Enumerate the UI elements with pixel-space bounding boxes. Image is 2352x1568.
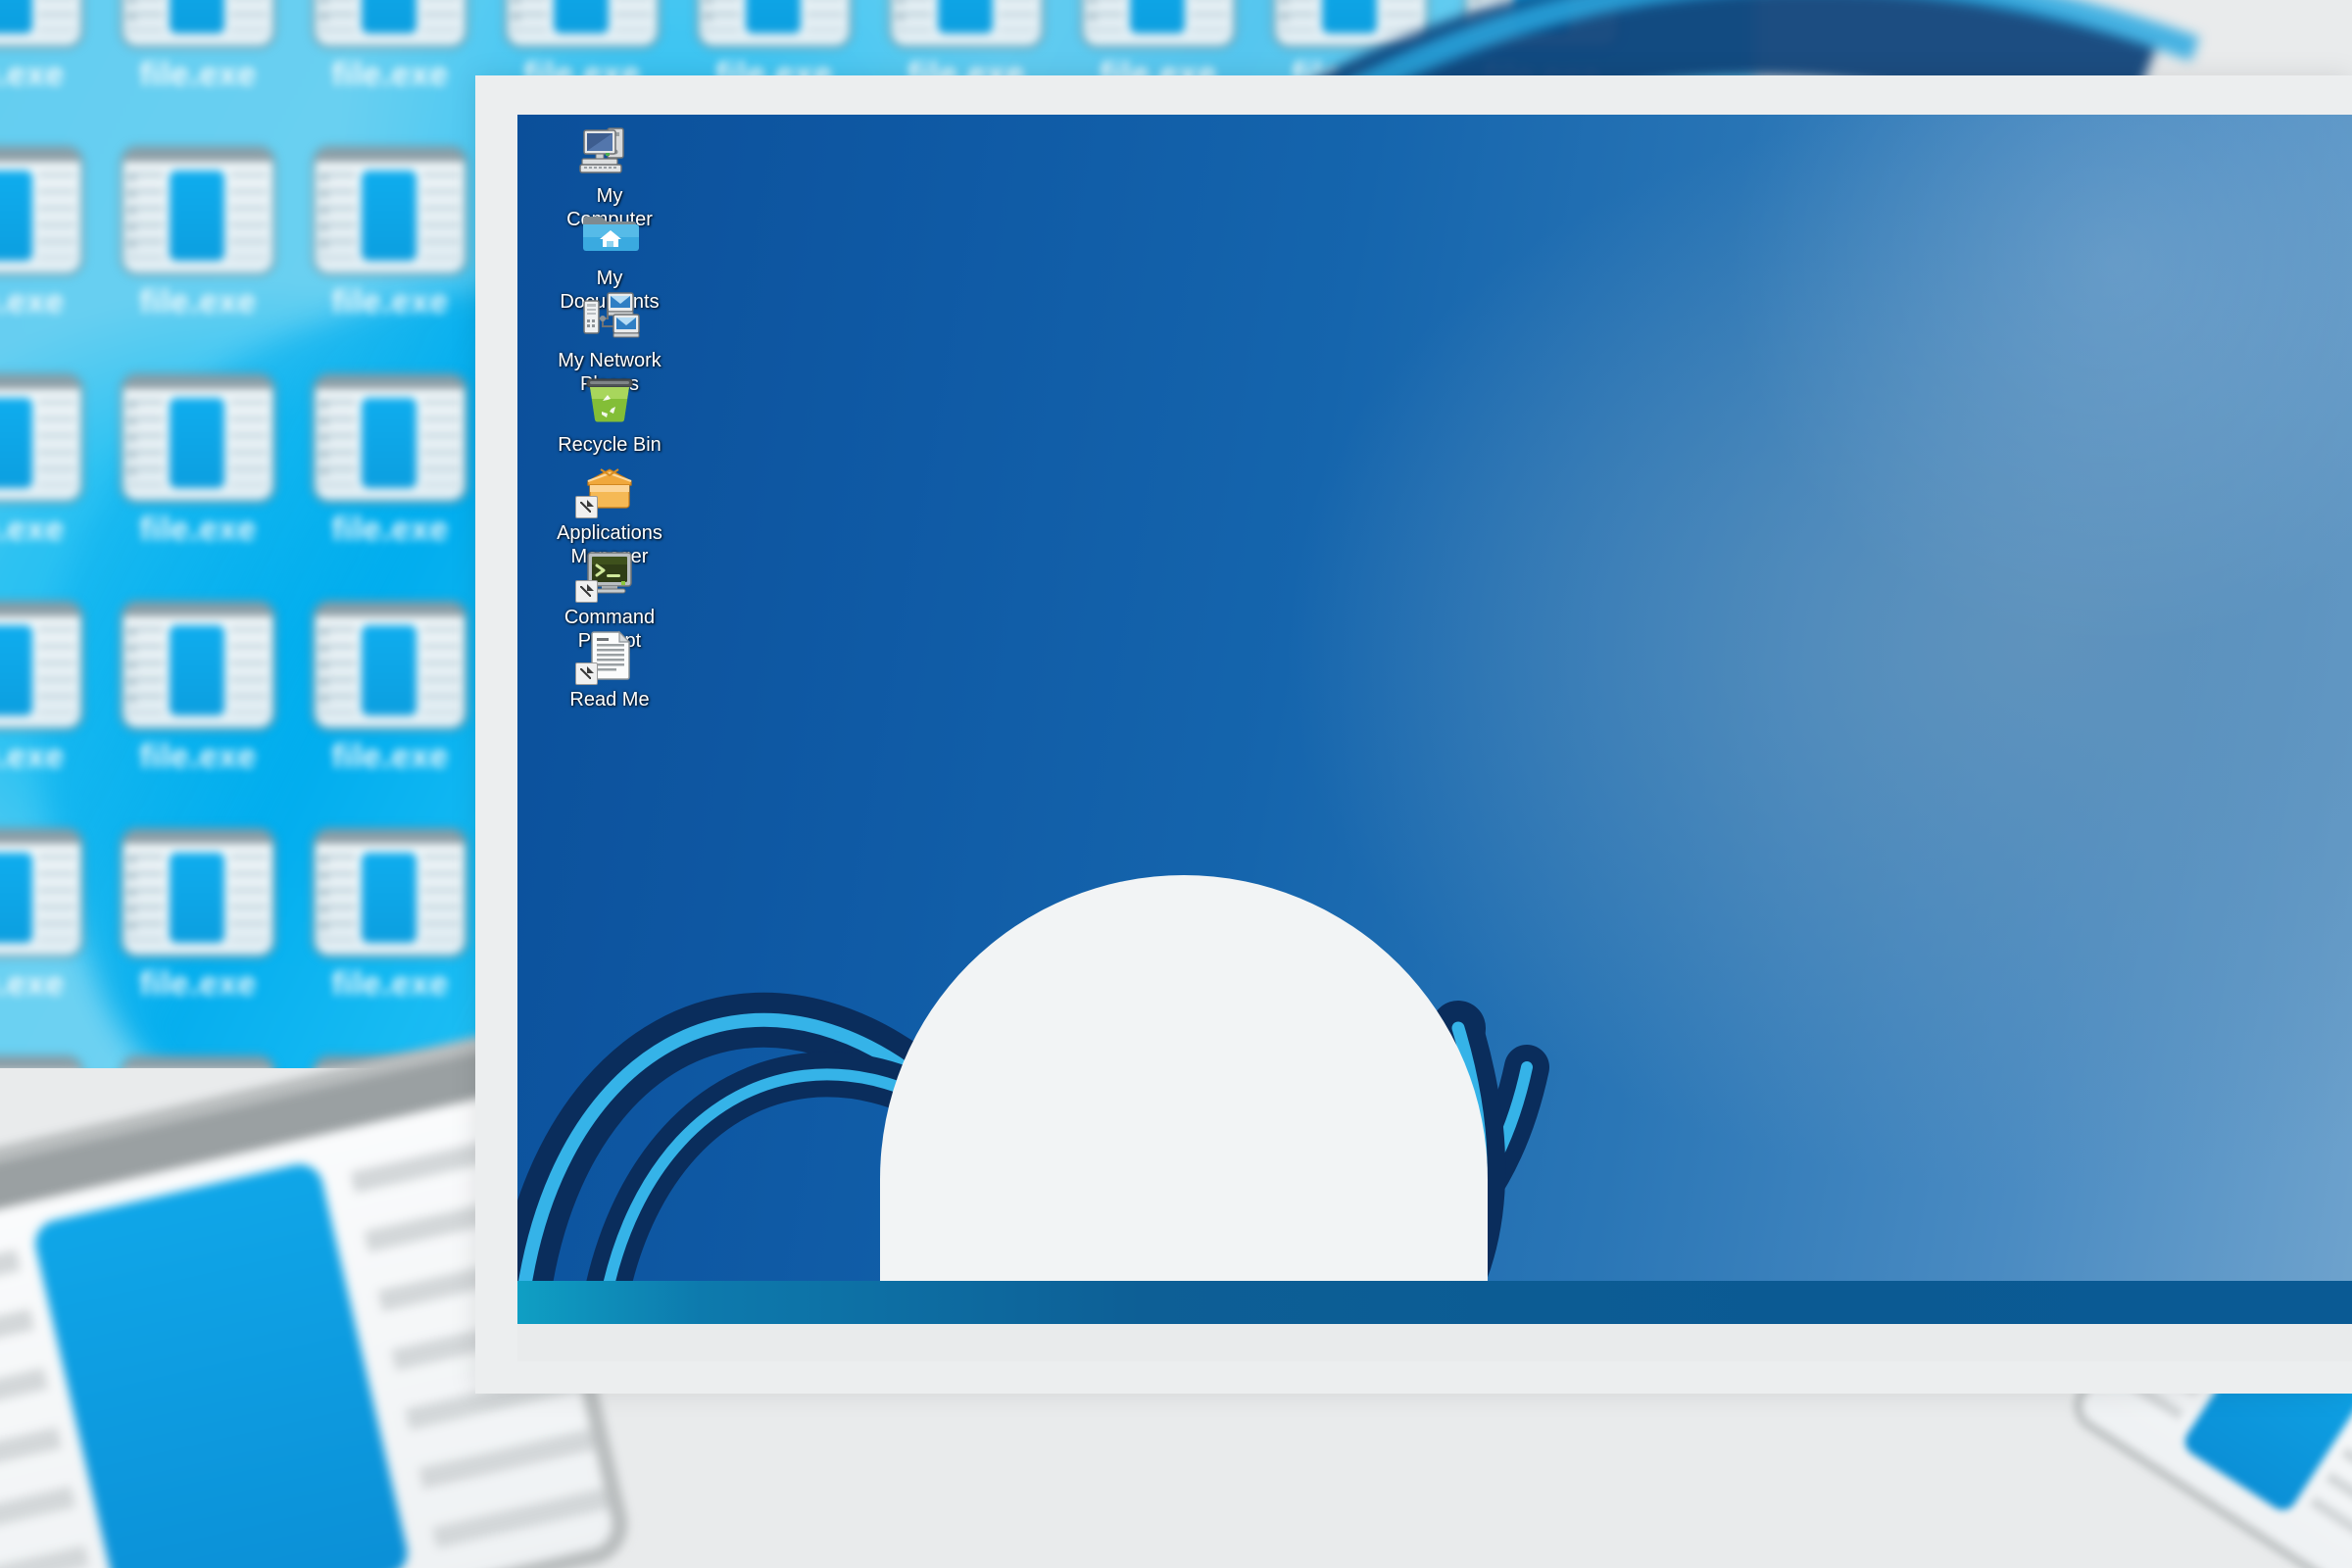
read-me-document-icon [575,626,641,685]
shortcut-overlay-icon [575,496,598,518]
background-file-tile-label: file.exe [139,283,257,320]
desktop-window-content: My ComputerMy DocumentsMy Network Places… [517,115,2352,1394]
background-file-tile-label: file.exe [0,965,65,1003]
background-file-tile-label: file.exe [331,738,449,775]
background-file-tile: file.exe [123,831,280,1004]
background-file-tile-label: file.exe [0,56,65,93]
desktop-icon-read-me-document[interactable]: Read Me [523,626,696,711]
background-file-tile: file.exe [0,831,88,1004]
background-file-tile-label: file.exe [0,283,65,320]
wallpaper-dome-shape [880,875,1488,1287]
background-file-tile: file.exe [0,604,88,776]
wallpaper-glow [1674,115,2352,703]
my-documents-folder-icon [578,205,641,262]
command-prompt-icon [575,544,641,603]
my-network-places-icon [578,287,641,344]
background-file-tile: file.exe [316,376,472,549]
shortcut-overlay-icon [575,580,598,603]
window-bottom-filler [517,1324,2352,1361]
background-file-tile: file.exe [0,0,88,94]
background-file-tile-label: file.exe [331,56,449,93]
background-file-tile: file.exe [123,0,280,94]
recycle-bin-icon [578,371,641,428]
background-file-tile-label: file.exe [0,511,65,548]
screenshot-root: file.exe file.exe file.exe file.exe file.exe… [0,0,2352,1568]
background-file-tile-label: file.exe [139,738,257,775]
desktop-icon-label: Read Me [569,689,650,710]
shortcut-overlay-icon [575,662,598,685]
background-file-tile-label: file.exe [139,56,257,93]
background-file-tile-label: file.exe [0,738,65,775]
taskbar[interactable] [517,1281,2352,1324]
background-file-tile: file.exe [316,0,472,94]
desktop-icon-recycle-bin[interactable]: Recycle Bin [523,371,696,457]
background-file-tile: file.exe [316,604,472,776]
my-computer-icon [578,122,641,179]
background-file-tile: file.exe [0,149,88,321]
applications-manager-box-icon [575,460,641,518]
background-file-tile-label: file.exe [139,511,257,548]
background-file-tile: file.exe [316,149,472,321]
background-file-tile-label: file.exe [139,965,257,1003]
desktop-wallpaper[interactable]: My ComputerMy DocumentsMy Network Places… [517,115,2352,1361]
desktop-window[interactable]: My ComputerMy DocumentsMy Network Places… [475,75,2352,1394]
background-file-tile-label: file.exe [331,283,449,320]
background-file-tile: file.exe [0,376,88,549]
background-file-tile: file.exe [123,149,280,321]
background-file-tile: file.exe [123,604,280,776]
background-file-tile-label: file.exe [331,965,449,1003]
desktop-icon-label: Recycle Bin [558,434,662,456]
background-file-tile: file.exe [123,376,280,549]
background-file-tile-label: file.exe [331,511,449,548]
background-file-tile: file.exe [316,831,472,1004]
